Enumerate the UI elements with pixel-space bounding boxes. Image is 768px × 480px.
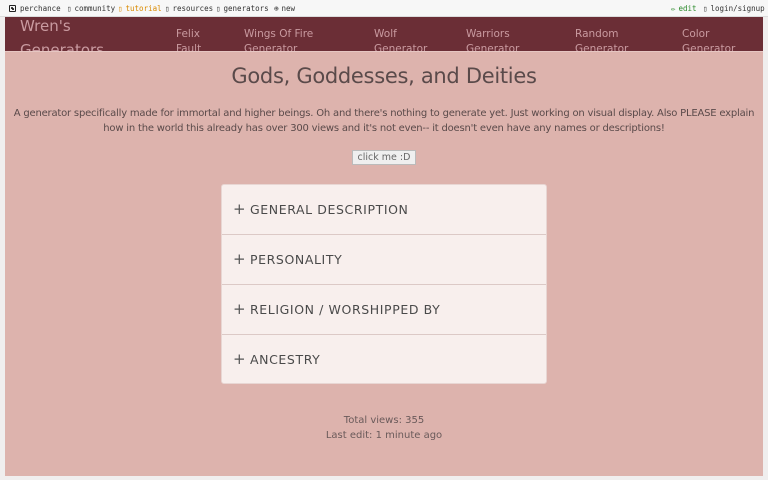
- accordion: + GENERAL DESCRIPTION + PERSONALITY + RE…: [221, 184, 547, 384]
- plus-icon: +: [233, 300, 246, 318]
- site-navbar: Wren's Generators Felix Fault Wings Of F…: [5, 17, 763, 52]
- resources-icon: ▯: [165, 4, 170, 13]
- page-title: Gods, Goddesses, and Deities: [231, 64, 537, 88]
- nav-link-wolf[interactable]: Wolf Generator: [374, 27, 434, 51]
- plus-circle-icon: ⊕: [274, 4, 279, 13]
- plus-icon: +: [233, 200, 246, 218]
- new-link[interactable]: ⊕ new: [274, 4, 295, 13]
- accordion-label: ANCESTRY: [250, 352, 321, 367]
- plus-icon: +: [233, 250, 246, 268]
- dice-icon: [9, 5, 16, 12]
- nav-link-wings-of-fire[interactable]: Wings Of Fire Generator: [244, 27, 344, 51]
- edit-link[interactable]: ✏ edit: [671, 4, 697, 13]
- page-description: A generator specifically made for immort…: [5, 106, 763, 136]
- generators-link[interactable]: ▯ generators: [216, 4, 269, 13]
- perchance-topbar: perchance ▯ community ▯ tutorial ▯ resource…: [0, 0, 768, 17]
- login-link[interactable]: ▯ login/signup: [703, 4, 765, 13]
- accordion-item-general-description[interactable]: + GENERAL DESCRIPTION: [222, 185, 546, 235]
- resources-link[interactable]: ▯ resources: [165, 4, 213, 13]
- accordion-label: RELIGION / WORSHIPPED BY: [250, 302, 441, 317]
- generator-frame: Wren's Generators Felix Fault Wings Of F…: [5, 17, 763, 476]
- description-line-2: how in the world this already has over 3…: [103, 123, 665, 134]
- accordion-item-personality[interactable]: + PERSONALITY: [222, 235, 546, 285]
- description-line-1: A generator specifically made for immort…: [13, 108, 755, 119]
- tutorial-icon: ▯: [118, 4, 123, 13]
- accordion-label: GENERAL DESCRIPTION: [250, 202, 409, 217]
- generators-icon: ▯: [216, 4, 221, 13]
- perchance-home-link[interactable]: perchance: [9, 4, 61, 13]
- plus-icon: +: [233, 350, 246, 368]
- accordion-item-religion[interactable]: + RELIGION / WORSHIPPED BY: [222, 285, 546, 335]
- accordion-label: PERSONALITY: [250, 252, 343, 267]
- nav-link-random[interactable]: Random Generator: [575, 27, 645, 51]
- tutorial-link[interactable]: ▯ tutorial: [118, 4, 162, 13]
- nav-link-warriors[interactable]: Warriors Generator: [466, 27, 536, 51]
- click-me-button[interactable]: click me :D: [352, 150, 416, 165]
- last-edit: Last edit: 1 minute ago: [325, 430, 443, 441]
- nav-link-felix-fault[interactable]: Felix Fault: [176, 27, 220, 51]
- community-link[interactable]: ▯ community: [67, 4, 115, 13]
- community-icon: ▯: [67, 4, 72, 13]
- user-icon: ▯: [703, 4, 708, 13]
- nav-link-color[interactable]: Color Generator: [682, 27, 752, 51]
- total-views: Total views: 355: [343, 415, 425, 426]
- site-brand[interactable]: Wren's Generators: [20, 17, 130, 51]
- pencil-icon: ✏: [671, 4, 676, 13]
- accordion-item-ancestry[interactable]: + ANCESTRY: [222, 335, 546, 385]
